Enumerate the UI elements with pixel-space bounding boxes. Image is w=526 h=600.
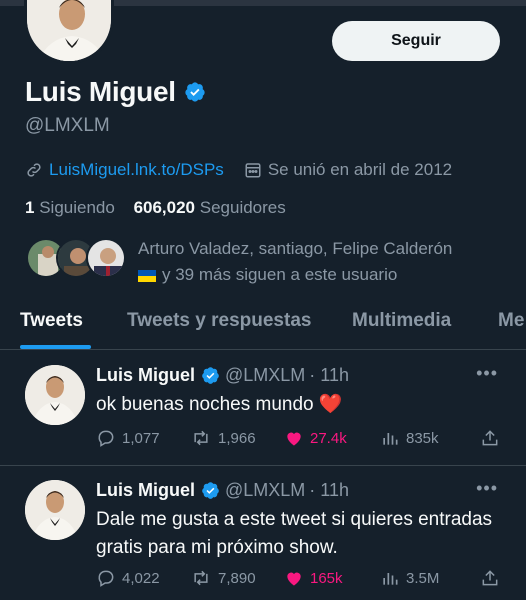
tweet-time[interactable]: · 11h <box>309 480 349 501</box>
heart-filled-icon <box>287 432 301 446</box>
link-icon <box>27 163 41 177</box>
following-stat[interactable]: 1 Siguiendo <box>25 198 115 217</box>
tab-more[interactable]: Me <box>498 310 524 332</box>
tweet[interactable]: Luis Miguel @LMXLM · 11h ••• Dale me gus… <box>0 466 526 600</box>
more-options-icon[interactable]: ••• <box>476 478 498 499</box>
share-button[interactable] <box>480 568 506 588</box>
tweet-header: Luis Miguel @LMXLM · 11h <box>96 480 349 501</box>
retweet-button[interactable]: 1,966 <box>190 428 256 448</box>
follow-button[interactable]: Seguir <box>332 21 500 61</box>
tweet-actions: 1,077 1,966 27.4k 835k <box>96 428 506 452</box>
profile-avatar[interactable] <box>24 0 114 64</box>
retweet-count: 7,890 <box>218 569 256 587</box>
profile-meta: LuisMiguel.lnk.to/DSPs Se unió en abril … <box>25 160 452 180</box>
calendar-icon <box>245 163 261 178</box>
tab-tweets[interactable]: Tweets <box>20 310 83 332</box>
share-icon <box>482 430 498 446</box>
tweet-avatar[interactable] <box>25 365 85 425</box>
views-button[interactable]: 835k <box>380 428 439 448</box>
tweet-actions: 4,022 7,890 165k 3.5M <box>96 568 506 592</box>
verified-badge-icon <box>202 482 219 499</box>
tweet-text: Dale me gusta a este tweet si quieres en… <box>96 509 493 558</box>
reply-icon <box>98 570 114 587</box>
share-icon <box>482 570 498 586</box>
tweet-header: Luis Miguel @LMXLM · 11h <box>96 365 349 386</box>
reply-button[interactable]: 1,077 <box>96 428 160 448</box>
tweet-avatar[interactable] <box>25 480 85 540</box>
reply-count: 4,022 <box>122 569 160 587</box>
views-icon <box>383 433 398 445</box>
known-followers-text[interactable]: Arturo Valadez, santiago, Felipe Calderó… <box>138 236 498 288</box>
tweet-author-name[interactable]: Luis Miguel <box>96 480 195 501</box>
more-options-icon[interactable]: ••• <box>476 363 498 384</box>
tab-tweets-replies[interactable]: Tweets y respuestas <box>127 310 311 332</box>
reply-icon <box>98 430 114 447</box>
retweet-count: 1,966 <box>218 429 256 447</box>
active-tab-indicator <box>20 345 91 349</box>
tweet[interactable]: Luis Miguel @LMXLM · 11h ••• ok buenas n… <box>0 351 526 466</box>
reply-button[interactable]: 4,022 <box>96 568 160 588</box>
views-icon <box>383 573 398 585</box>
like-count: 27.4k <box>310 429 347 447</box>
like-count: 165k <box>310 569 343 587</box>
profile-tabs: Tweets Tweets y respuestas Multimedia Me <box>0 296 526 350</box>
tweet-author-handle[interactable]: @LMXLM <box>225 480 305 501</box>
profile-name-row: Luis Miguel <box>25 76 206 108</box>
website-link[interactable]: LuisMiguel.lnk.to/DSPs <box>49 160 224 180</box>
reply-count: 1,077 <box>122 429 160 447</box>
profile-handle: @LMXLM <box>25 115 110 136</box>
tweet-time[interactable]: · 11h <box>309 365 349 386</box>
followers-stat[interactable]: 606,020 Seguidores <box>134 198 286 217</box>
verified-badge-icon <box>202 367 219 384</box>
views-count: 3.5M <box>406 569 440 587</box>
like-button[interactable]: 27.4k <box>284 428 347 448</box>
tweet-text: ok buenas noches mundo ❤️ <box>96 394 343 415</box>
tweet-author-name[interactable]: Luis Miguel <box>96 365 195 386</box>
retweet-icon <box>194 570 208 586</box>
tab-media[interactable]: Multimedia <box>352 310 451 332</box>
verified-badge-icon[interactable] <box>184 81 206 103</box>
views-count: 835k <box>406 429 439 447</box>
like-button[interactable]: 165k <box>284 568 343 588</box>
known-follower-avatar <box>86 238 126 278</box>
share-button[interactable] <box>480 428 506 448</box>
tweet-author-handle[interactable]: @LMXLM <box>225 365 305 386</box>
known-followers-avatars[interactable] <box>26 238 126 278</box>
profile-name: Luis Miguel <box>25 76 176 107</box>
heart-filled-icon <box>287 572 301 586</box>
retweet-button[interactable]: 7,890 <box>190 568 256 588</box>
views-button[interactable]: 3.5M <box>380 568 439 588</box>
follow-stats: 1 Siguiendo 606,020 Seguidores <box>25 198 286 218</box>
joined-date: Se unió en abril de 2012 <box>267 160 453 179</box>
retweet-icon <box>194 430 208 446</box>
ukraine-flag-icon <box>138 269 156 282</box>
